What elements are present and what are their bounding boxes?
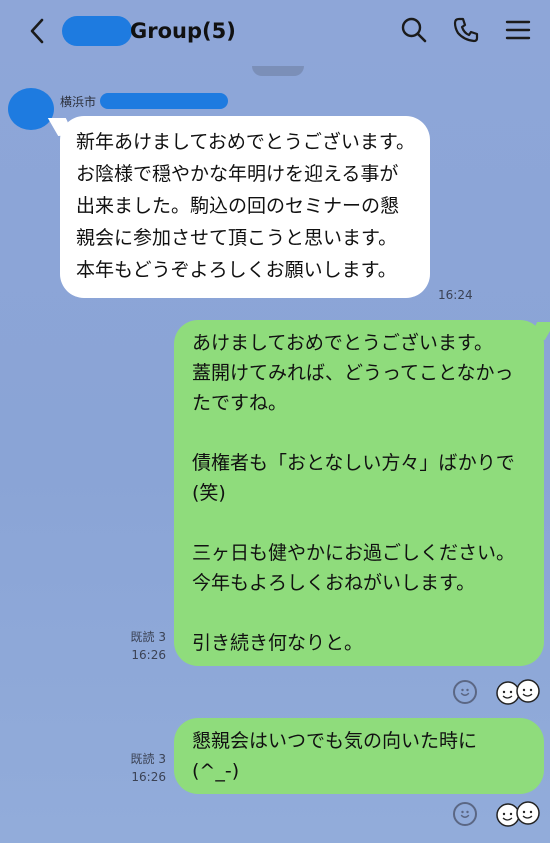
menu-button[interactable] [502, 14, 534, 46]
search-button[interactable] [398, 14, 430, 46]
chat-header: Group(5) [0, 0, 550, 62]
back-button[interactable] [22, 14, 52, 48]
reaction-button[interactable] [453, 802, 477, 826]
sender-name-row: 横浜市 [60, 92, 229, 110]
read-receipt: 既読 3 16:26 [116, 750, 166, 786]
call-button[interactable] [450, 14, 482, 46]
outgoing-message-bubble[interactable]: 懇親会はいつでも気の向いた時に (^_-) [174, 718, 544, 794]
search-icon [401, 17, 427, 43]
incoming-message-bubble[interactable]: 新年あけましておめでとうございます。お陰様で穏やかな年明けを迎える事が出来ました… [60, 116, 430, 298]
notice-pull-tab[interactable] [252, 66, 304, 76]
sender-name: 横浜市 [60, 94, 97, 109]
hamburger-menu-icon [505, 20, 531, 40]
message-time: 16:26 [131, 770, 166, 784]
redaction-mark [62, 16, 132, 46]
group-title: Group(5) [130, 19, 236, 43]
smile-reaction-icon [460, 810, 470, 818]
message-time: 16:26 [131, 648, 166, 662]
read-count: 既読 3 [130, 630, 166, 644]
smile-reaction-icon [460, 688, 470, 696]
phone-icon [453, 17, 479, 43]
chevron-left-icon [30, 18, 44, 44]
chat-title[interactable]: Group(5) [62, 14, 236, 48]
message-time: 16:24 [438, 288, 473, 302]
sticker-faces-icon[interactable] [494, 800, 542, 828]
outgoing-message-bubble[interactable]: あけましておめでとうございます。 蓋開けてみれば、どうってことなかったですね。 … [174, 320, 544, 666]
read-receipt: 既読 3 16:26 [116, 628, 166, 664]
sticker-faces-icon[interactable] [494, 678, 542, 706]
avatar[interactable] [8, 88, 54, 130]
reaction-button[interactable] [453, 680, 477, 704]
redaction-mark [100, 93, 229, 109]
read-count: 既読 3 [130, 752, 166, 766]
